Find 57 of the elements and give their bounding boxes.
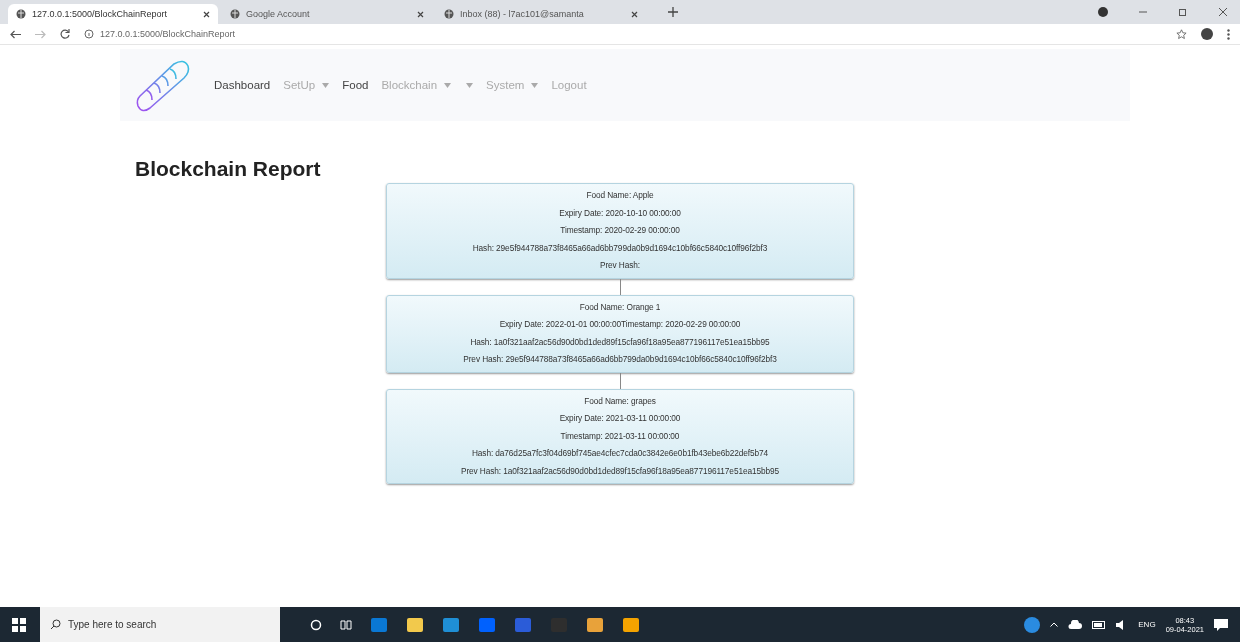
close-icon[interactable] [203, 10, 210, 18]
app-icon[interactable] [586, 615, 604, 634]
plus-icon[interactable] [668, 7, 678, 17]
star-icon[interactable] [1176, 28, 1187, 40]
reload-icon[interactable] [60, 29, 70, 39]
caret-icon[interactable] [1050, 622, 1059, 627]
block-field: Timestamp: 2021-03-11 00:00:00 [560, 427, 680, 445]
browser-tab[interactable]: 127.0.0.1:5000/BlockChainReport [8, 4, 218, 24]
app-icon[interactable] [622, 615, 640, 634]
cloud-icon[interactable] [1068, 619, 1083, 630]
address-field[interactable]: 127.0.0.1:5000/BlockChainReport [84, 29, 1162, 39]
block-field: Prev Hash: 29e5f944788a73f8465a66ad6bb799da0b9d1694c10bf66c5840c10ff96f2bf3 [463, 351, 777, 369]
block-field: Food Name: grapes [584, 392, 656, 410]
browser-tab[interactable]: Google Account [222, 4, 432, 24]
caret-icon [322, 82, 330, 88]
block-field: Timestamp: 2020-02-29 00:00:00 [560, 222, 680, 240]
block-field: Hash: da76d25a7fc3f04d69bf745ae4cfec7cda0c3842e6e0b1fb43ebe6b22def5b74 [471, 445, 769, 463]
block-field: Prev Hash: 1a0f321aaf2ac56d90d0bd1ded89f15cfa96f18a95ea877196117e51ea15bb95 [460, 462, 780, 480]
block-field: Hash: 1a0f321aaf2ac56d90d0bd1ded89f15cfa96f18a95ea877196117e51ea15bb95 [470, 333, 770, 351]
info-icon [84, 29, 94, 39]
app-icon[interactable] [442, 615, 460, 634]
nav-link[interactable]: Dashboard [214, 79, 271, 91]
block-field: Food Name: Orange 1 [579, 298, 661, 316]
caret-icon [444, 82, 452, 88]
connector-line [619, 372, 621, 389]
back-icon[interactable] [10, 29, 21, 39]
block-field: Expiry Date: 2020-10-10 00:00:00 [559, 204, 681, 222]
block-field: Expiry Date: 2022-01-01 00:00:00Timestamp: 2020-02-29 00:00:00 [499, 316, 741, 334]
battery-icon[interactable] [1092, 620, 1107, 629]
profile-icon[interactable] [1098, 7, 1108, 17]
extension-icon[interactable] [1201, 28, 1213, 40]
block-field: Expiry Date: 2021-03-11 00:00:00 [559, 410, 681, 428]
globe-icon [16, 9, 26, 19]
close-icon[interactable] [631, 10, 638, 18]
caret-icon [531, 82, 539, 88]
block-field: Prev Hash: [599, 257, 640, 275]
search-icon [50, 619, 61, 630]
restore-icon[interactable] [1178, 7, 1188, 17]
search-field[interactable]: Type here to search [40, 607, 280, 642]
windows-logo-icon[interactable] [12, 617, 26, 632]
close-icon[interactable] [417, 10, 424, 18]
connector-line [619, 278, 621, 295]
task-view-icon[interactable] [340, 618, 352, 631]
circle-icon[interactable] [310, 618, 322, 631]
browser-tab[interactable]: Inbox (88) - l7ac101@samanta [436, 4, 646, 24]
globe-icon [230, 9, 240, 19]
globe-icon [444, 9, 454, 19]
language-indicator[interactable]: ENG [1138, 620, 1156, 629]
more-icon[interactable] [1227, 28, 1230, 40]
nav-link[interactable]: Food [342, 79, 369, 91]
block-field: Hash: 29e5f944788a73f8465a66ad6bb799da0b9d1694c10bf66c5840c10ff96f2bf3 [472, 239, 768, 257]
page-title: Blockchain Report [135, 157, 322, 181]
block-field: Food Name: Apple [586, 187, 654, 205]
close-icon[interactable] [1218, 7, 1228, 17]
app-icon[interactable] [406, 615, 424, 634]
caret-icon [466, 82, 474, 88]
notification-icon[interactable] [1214, 618, 1228, 631]
